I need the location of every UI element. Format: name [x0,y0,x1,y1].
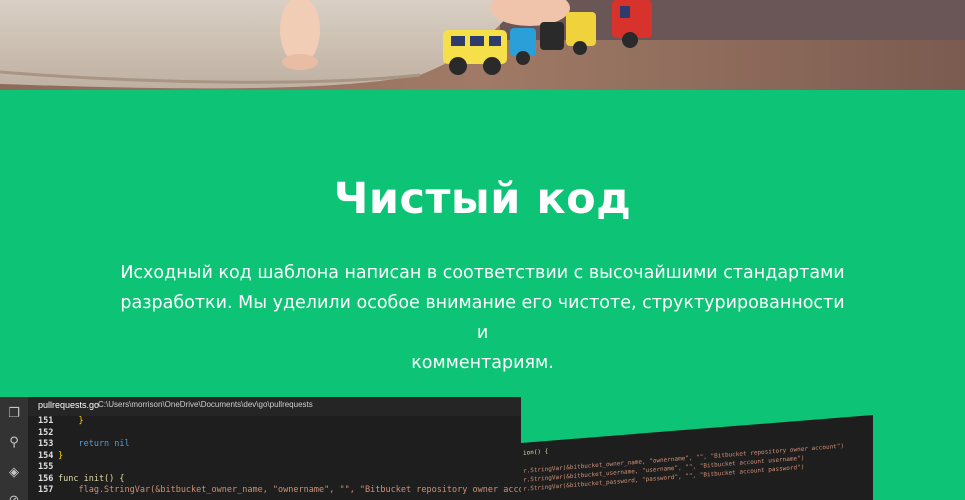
section-description: Исходный код шаблона написан в соответст… [120,258,845,378]
line-number: 151 [38,416,54,426]
code-text: } [58,416,84,426]
hero-photo-illustration [0,0,965,90]
section-title: Чистый код [333,174,632,224]
files-icon: ❐ [8,406,20,421]
description-line: разработки. Мы уделили особое внимание е… [120,293,845,343]
editor-tab-bar: pullrequests.go C:\Users\morrison\OneDri… [28,397,521,416]
line-number: 157 [38,485,54,495]
git-icon: ◈ [9,465,19,480]
code-text: flag.StringVar(&bitbucket_owner_name, "o… [58,485,521,495]
code-editor-screenshot: ❐ ⚲ ◈ ⊘ pullrequests.go C:\Users\morriso… [0,397,521,500]
tab-filename: pullrequests.go [38,400,100,410]
line-number: 156 [38,473,54,484]
code-line: 155 [28,462,521,474]
code-text: return nil [58,439,130,449]
search-icon: ⚲ [9,435,19,450]
line-number: 155 [38,462,54,472]
description-line: комментариям. [411,353,554,373]
code-text: } [58,450,64,461]
code-line: 156 func init() { [28,474,521,486]
activity-bar: ❐ ⚲ ◈ ⊘ [0,397,28,500]
tab-filepath: C:\Users\morrison\OneDrive\Documents\dev… [98,400,313,409]
code-line: 154} [28,451,521,463]
tilted-editor: ion() { r.StringVar(&bitbucket_owner_nam… [521,415,873,500]
line-number: 152 [38,427,54,438]
code-area: 151 } 152 153 return nil 154} 155 156 fun… [28,416,521,497]
code-line: 153 return nil [28,439,521,451]
code-text: func init() { [58,473,125,484]
line-number: 154 [38,450,54,461]
line-number: 153 [38,439,54,449]
code-line: 157 flag.StringVar(&bitbucket_owner_name… [28,485,521,497]
debug-icon: ⊘ [6,493,22,500]
code-line: 152 [28,428,521,440]
code-line: 151 } [28,416,521,428]
code-editor-screenshot-tilted: ion() { r.StringVar(&bitbucket_owner_nam… [521,415,873,500]
description-line: Исходный код шаблона написан в соответст… [120,263,845,283]
hero-photo [0,0,965,90]
